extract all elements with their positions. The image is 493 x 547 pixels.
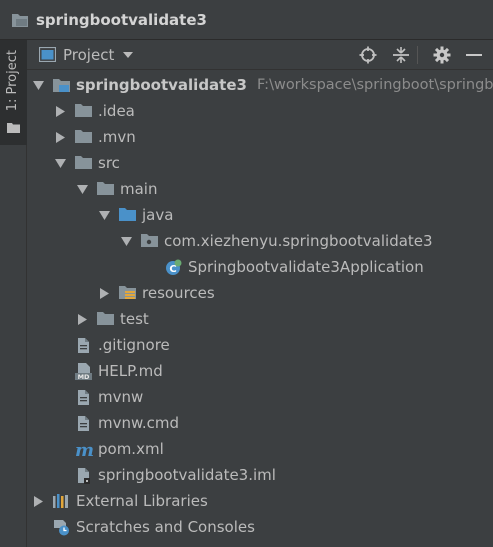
tree-item-label: main	[120, 180, 158, 198]
tree-item-main[interactable]: main	[77, 176, 157, 202]
tree-item-mvnw[interactable]: mvnw	[75, 384, 143, 410]
settings-gear-icon[interactable]	[432, 45, 452, 65]
toolbar-divider	[417, 46, 418, 64]
folder-icon	[7, 123, 20, 133]
tree-item-label: src	[98, 154, 120, 172]
project-tree: springbootvalidate3 F:\workspace\springb…	[27, 70, 493, 547]
tree-item-label: .idea	[98, 102, 135, 120]
expanded-arrow-icon[interactable]	[99, 210, 110, 221]
root-project-name: springbootvalidate3	[76, 76, 247, 94]
tree-item-iml[interactable]: springbootvalidate3.iml	[75, 462, 276, 488]
tree-item-label: pom.xml	[98, 440, 164, 458]
resources-folder-icon	[119, 285, 136, 301]
tree-item-label: mvnw.cmd	[98, 414, 180, 432]
collapsed-arrow-icon[interactable]	[99, 287, 110, 299]
window-titlebar: springbootvalidate3	[0, 0, 493, 40]
tree-item-external-libraries[interactable]: External Libraries	[33, 488, 208, 514]
tree-item-label: HELP.md	[98, 362, 163, 380]
tree-item-label: External Libraries	[76, 492, 208, 510]
root-project-path: F:\workspace\springboot\springbo	[256, 77, 493, 93]
tree-item-resources[interactable]: resources	[99, 280, 215, 306]
text-file-icon	[75, 415, 92, 431]
project-folder-icon	[12, 13, 28, 27]
folder-icon	[97, 181, 114, 197]
tree-item-label: test	[120, 310, 149, 328]
tree-item-label: .mvn	[98, 128, 136, 146]
expanded-arrow-icon[interactable]	[33, 80, 44, 91]
maven-m-glyph: m	[75, 441, 94, 458]
tree-item-pom[interactable]: m pom.xml	[75, 436, 164, 462]
tree-item-mvnw-cmd[interactable]: mvnw.cmd	[75, 410, 179, 436]
hide-icon[interactable]	[464, 45, 484, 65]
markdown-file-icon: MD	[75, 363, 92, 381]
text-file-icon	[75, 337, 92, 353]
scratches-icon	[53, 519, 70, 536]
spring-boot-class-icon: C	[165, 259, 182, 275]
text-file-icon	[75, 389, 92, 405]
project-tool-window: Project springbootvalidate3 F:\workspace…	[27, 40, 493, 547]
tree-item-label: resources	[142, 284, 215, 302]
tree-item-label: Springbootvalidate3Application	[188, 258, 424, 276]
chevron-down-icon[interactable]	[123, 51, 134, 58]
locate-icon[interactable]	[358, 45, 378, 65]
tree-item-root[interactable]: springbootvalidate3 F:\workspace\springb…	[33, 72, 493, 98]
tree-item-gitignore[interactable]: .gitignore	[75, 332, 170, 358]
tree-item-label: com.xiezhenyu.springbootvalidate3	[164, 232, 433, 250]
tree-item-label: springbootvalidate3.iml	[98, 466, 276, 484]
tree-item-src[interactable]: src	[55, 150, 120, 176]
window-title: springbootvalidate3	[36, 10, 207, 29]
module-file-icon	[75, 467, 92, 484]
libraries-icon	[53, 493, 70, 509]
tree-item-package[interactable]: com.xiezhenyu.springbootvalidate3	[121, 228, 433, 254]
package-icon	[141, 233, 158, 249]
expanded-arrow-icon[interactable]	[77, 184, 88, 195]
source-folder-icon	[119, 207, 136, 223]
project-side-tab[interactable]: 1: Project	[0, 40, 27, 145]
collapsed-arrow-icon[interactable]	[55, 131, 66, 143]
collapsed-arrow-icon[interactable]	[33, 495, 44, 507]
svg-text:C: C	[169, 264, 176, 275]
tree-item-label: Scratches and Consoles	[76, 518, 255, 536]
left-tool-strip: 1: Project	[0, 40, 27, 547]
expanded-arrow-icon[interactable]	[121, 236, 132, 247]
project-view-selector[interactable]: Project	[63, 46, 114, 64]
tree-item-label: .gitignore	[98, 336, 170, 354]
tree-item-test[interactable]: test	[77, 306, 149, 332]
expanded-arrow-icon[interactable]	[55, 158, 66, 169]
folder-icon	[75, 103, 92, 119]
project-module-icon	[53, 77, 70, 93]
collapsed-arrow-icon[interactable]	[55, 105, 66, 117]
tree-item-label: java	[142, 206, 174, 224]
folder-icon	[97, 311, 114, 327]
md-badge-text: MD	[78, 373, 90, 380]
collapse-all-icon[interactable]	[391, 45, 411, 65]
collapsed-arrow-icon[interactable]	[77, 313, 88, 325]
project-side-tab-label: 1: Project	[5, 50, 20, 112]
tree-item-java[interactable]: java	[99, 202, 173, 228]
tree-item-mvn[interactable]: .mvn	[55, 124, 136, 150]
folder-icon	[75, 155, 92, 171]
project-tool-header: Project	[27, 40, 493, 70]
maven-icon: m	[75, 440, 94, 461]
folder-icon	[75, 129, 92, 145]
tree-item-scratches[interactable]: Scratches and Consoles	[53, 514, 255, 540]
tree-item-idea[interactable]: .idea	[55, 98, 135, 124]
project-view-icon	[39, 47, 56, 62]
tree-item-help-md[interactable]: MD HELP.md	[75, 358, 163, 384]
tree-item-app-class[interactable]: C Springbootvalidate3Application	[165, 254, 424, 280]
tree-item-label: mvnw	[98, 388, 144, 406]
